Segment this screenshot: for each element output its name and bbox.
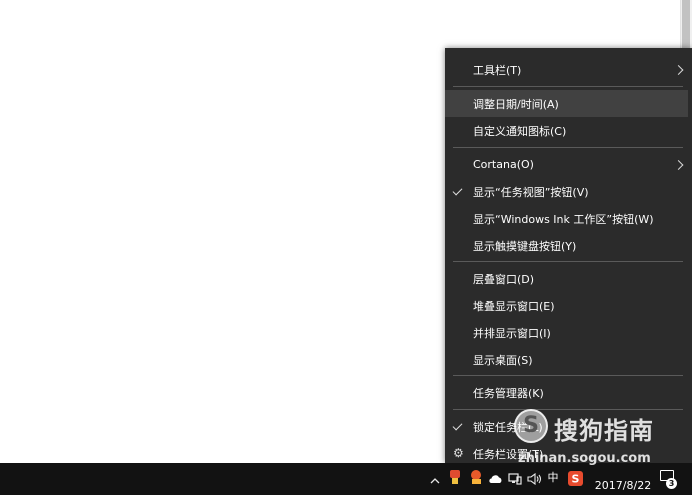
menu-item-label: Cortana(O) <box>473 158 534 171</box>
menu-item-toolbars[interactable]: 工具栏(T) <box>445 56 688 83</box>
sogou-icon[interactable]: S <box>567 470 583 486</box>
menu-item-show-windows-side-by-side[interactable]: 并排显示窗口(I) <box>445 319 688 346</box>
menu-separator <box>453 147 683 148</box>
menu-item-label: 层叠窗口(D) <box>473 272 535 286</box>
menu-item-label: 自定义通知图标(C) <box>473 124 567 138</box>
taskbar-context-menu: 工具栏(T) 调整日期/时间(A) 自定义通知图标(C) Cortana(O) … <box>445 48 692 463</box>
menu-item-show-windows-ink-button[interactable]: 显示“Windows Ink 工作区”按钮(W) <box>445 205 688 232</box>
menu-item-customize-notification-icons[interactable]: 自定义通知图标(C) <box>445 117 688 144</box>
menu-separator <box>453 86 683 87</box>
watermark-url: zhinan.sogou.com <box>518 451 651 466</box>
clock-date[interactable]: 2017/8/22 <box>592 479 654 492</box>
menu-item-show-windows-stacked[interactable]: 堆叠显示窗口(E) <box>445 292 688 319</box>
chevron-up-icon[interactable] <box>429 473 441 487</box>
notification-count-badge: 3 <box>666 478 677 489</box>
menu-item-label: 并排显示窗口(I) <box>473 326 551 340</box>
svg-text:S: S <box>571 472 579 485</box>
menu-item-adjust-date-time[interactable]: 调整日期/时间(A) <box>445 90 688 117</box>
menu-item-label: 显示“Windows Ink 工作区”按钮(W) <box>473 212 654 226</box>
menu-item-show-touch-keyboard-button[interactable]: 显示触摸键盘按钮(Y) <box>445 232 688 259</box>
menu-separator <box>453 375 683 376</box>
network-icon[interactable] <box>507 472 522 486</box>
menu-separator <box>453 409 683 410</box>
checkmark-icon <box>452 185 463 196</box>
gear-icon: ⚙ <box>453 446 464 460</box>
scrollbar-thumb[interactable] <box>682 0 690 48</box>
menu-item-label: 工具栏(T) <box>473 63 522 77</box>
checkmark-icon <box>452 420 463 431</box>
chevron-right-icon <box>673 159 684 170</box>
app-tray-icon[interactable] <box>447 470 463 484</box>
menu-item-show-desktop[interactable]: 显示桌面(S) <box>445 346 688 373</box>
action-center-button[interactable]: 3 <box>660 470 677 489</box>
menu-item-show-task-view-button[interactable]: 显示“任务视图”按钮(V) <box>445 178 688 205</box>
menu-item-task-manager[interactable]: 任务管理器(K) <box>445 379 688 406</box>
sogou-watermark-logo: S <box>514 409 548 443</box>
menu-item-label: 任务管理器(K) <box>473 386 544 400</box>
menu-item-label: 显示桌面(S) <box>473 353 533 367</box>
taskbar[interactable] <box>0 463 692 495</box>
menu-item-label: 显示“任务视图”按钮(V) <box>473 185 589 199</box>
menu-item-cortana[interactable]: Cortana(O) <box>445 151 688 178</box>
menu-item-label: 调整日期/时间(A) <box>473 97 559 111</box>
volume-icon[interactable] <box>526 472 542 486</box>
watermark-brand: 搜狗指南 <box>554 417 654 445</box>
app-tray-icon-2[interactable] <box>468 470 484 484</box>
cloud-icon[interactable] <box>487 472 503 486</box>
chevron-right-icon <box>673 64 684 75</box>
menu-item-label: 显示触摸键盘按钮(Y) <box>473 239 577 253</box>
menu-item-cascade-windows[interactable]: 层叠窗口(D) <box>445 265 688 292</box>
ime-indicator[interactable]: 中 <box>546 470 560 484</box>
menu-item-label: 堆叠显示窗口(E) <box>473 299 555 313</box>
menu-separator <box>453 261 683 262</box>
